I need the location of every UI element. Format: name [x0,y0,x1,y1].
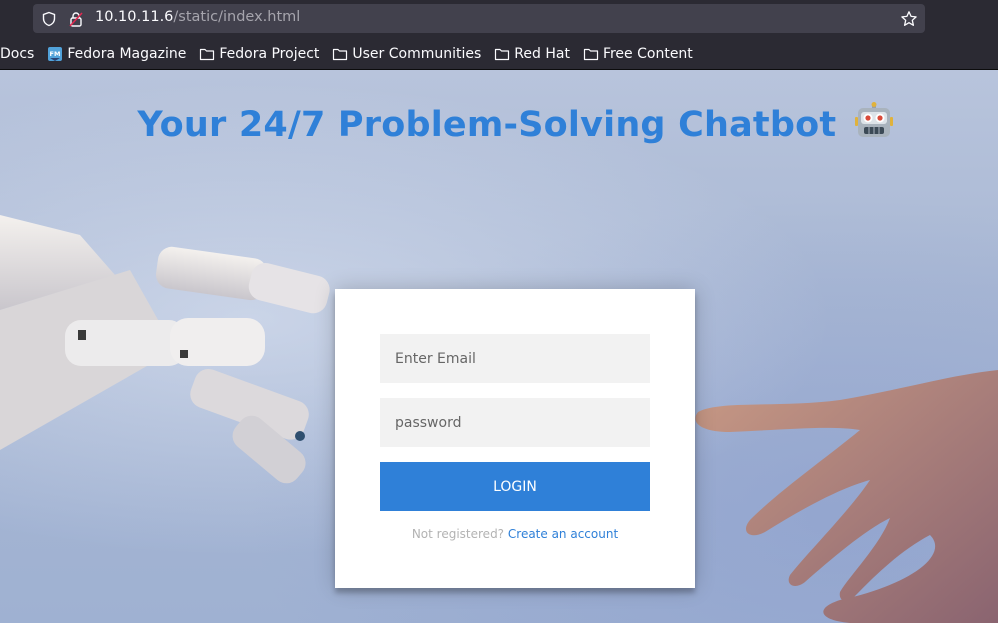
folder-icon [333,48,348,61]
bookmark-label: User Communities [352,46,482,62]
bookmark-star-icon[interactable] [900,10,918,28]
bookmark-fedora-magazine[interactable]: FM Fedora Magazine [47,46,186,62]
page-title: Your 24/7 Problem-Solving Chatbot [0,102,998,145]
bookmark-label: Fedora Project [219,46,320,62]
login-form: LOGIN Not registered? Create an account [335,289,695,588]
bookmark-folder-fedora-project[interactable]: Fedora Project [199,46,319,62]
bookmark-folder-red-hat[interactable]: Red Hat [494,46,570,62]
fedora-magazine-icon: FM [48,47,63,61]
url-text[interactable]: 10.10.11.6/static/index.html [95,9,300,25]
url-path: /static/index.html [173,9,301,25]
url-host: 10.10.11.6 [95,9,174,25]
folder-icon [200,48,215,61]
bookmarks-toolbar: Docs FM Fedora Magazine Fedora Project U… [0,41,998,67]
robot-hand-image [0,215,330,484]
login-button[interactable]: LOGIN [380,462,650,511]
folder-icon [583,48,599,61]
human-hand-image [695,370,998,623]
bookmark-folder-free-content[interactable]: Free Content [583,46,693,62]
browser-chrome: 10.10.11.6/static/index.html Docs FM Fed… [0,0,998,70]
create-account-link[interactable]: Create an account [508,527,618,541]
shield-icon[interactable] [41,11,57,27]
bookmark-label: Red Hat [514,46,570,62]
bookmark-label: Docs [0,46,35,62]
robot-face-icon [854,102,893,137]
folder-icon [495,48,510,61]
register-prompt: Not registered? Create an account [335,527,695,541]
bookmark-label: Free Content [602,46,693,62]
insecure-lock-icon[interactable] [68,11,84,27]
password-input[interactable] [380,398,650,447]
bookmark-folder-user-communities[interactable]: User Communities [332,46,481,62]
email-input[interactable] [380,334,650,383]
bookmark-label: Fedora Magazine [67,46,187,62]
page-content: Your 24/7 Problem-Solving Chatbot LOGIN … [0,70,998,623]
not-registered-text: Not registered? [411,527,505,541]
address-bar[interactable]: 10.10.11.6/static/index.html [33,4,925,33]
page-title-text: Your 24/7 Problem-Solving Chatbot [137,105,837,145]
bookmark-docs[interactable]: Docs [0,46,34,62]
svg-text:FM: FM [50,50,61,58]
